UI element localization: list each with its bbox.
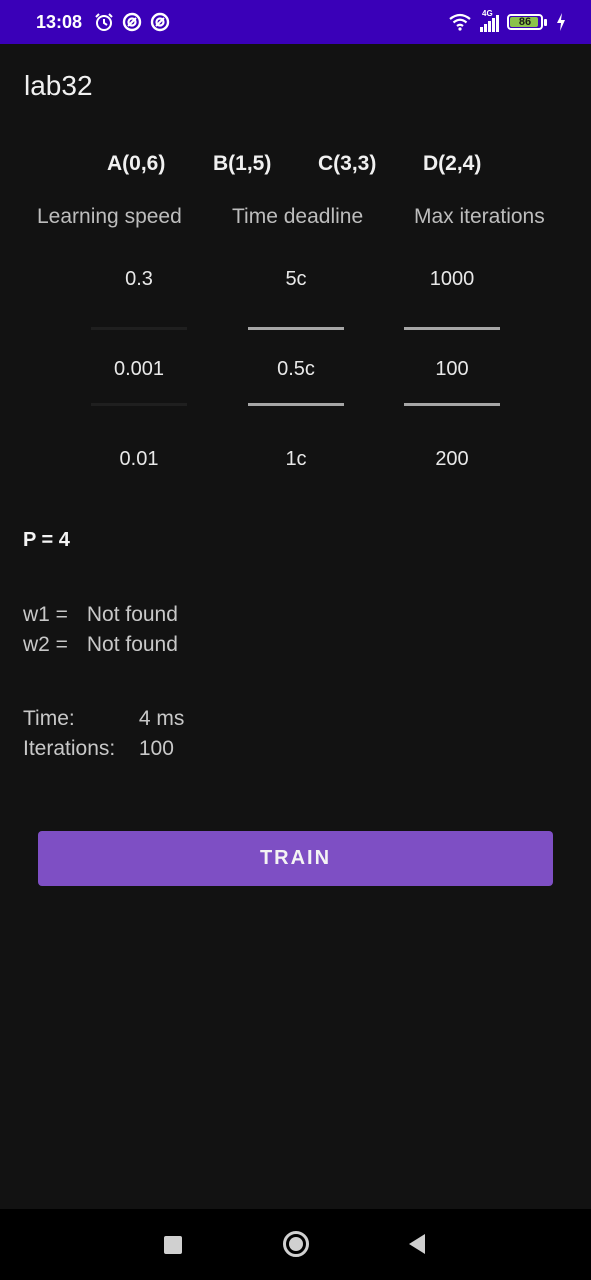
signal-icon: 4G bbox=[480, 9, 499, 32]
navigation-bar bbox=[0, 1209, 591, 1280]
p-label: P = 4 bbox=[23, 529, 70, 551]
time-row: Time: 4 ms bbox=[23, 707, 184, 731]
wifi-icon bbox=[449, 13, 471, 31]
picker-option[interactable]: 5c bbox=[236, 268, 356, 291]
w2-value: Not found bbox=[86, 633, 178, 656]
recents-icon[interactable] bbox=[164, 1236, 182, 1254]
picker-divider bbox=[91, 327, 187, 330]
picker-selected-value[interactable]: 0.5c bbox=[236, 358, 356, 381]
status-bar: 13:08 4G 86 bbox=[0, 0, 591, 44]
point-c: C(3,3) bbox=[318, 152, 377, 175]
battery-level: 86 bbox=[518, 16, 532, 28]
iterations-row: Iterations: 100 bbox=[23, 737, 174, 761]
train-button[interactable]: TRAIN bbox=[38, 831, 553, 886]
picker-divider bbox=[248, 327, 344, 330]
iterations-label: Iterations: bbox=[23, 737, 116, 760]
max-iterations-picker[interactable]: 1000 100 200 bbox=[392, 258, 512, 478]
app-title: lab32 bbox=[24, 70, 93, 101]
iterations-value: 100 bbox=[138, 737, 174, 760]
network-type: 4G bbox=[482, 9, 493, 18]
picker-divider bbox=[91, 403, 187, 406]
status-icons-left bbox=[94, 12, 170, 32]
sync-icon bbox=[150, 12, 170, 32]
max-iterations-header: Max iterations bbox=[414, 205, 545, 228]
w1-value: Not found bbox=[86, 603, 178, 626]
point-b: B(1,5) bbox=[213, 152, 272, 175]
column-headers: Learning speed Time deadline Max iterati… bbox=[0, 205, 591, 233]
w2-label: w2 = bbox=[23, 633, 68, 656]
time-deadline-picker[interactable]: 5c 0.5c 1c bbox=[236, 258, 356, 478]
picker-option[interactable]: 0.01 bbox=[79, 448, 199, 471]
picker-divider bbox=[248, 403, 344, 406]
back-icon[interactable] bbox=[407, 1233, 427, 1255]
picker-divider bbox=[404, 403, 500, 406]
alarm-icon bbox=[95, 13, 113, 31]
picker-selected-value[interactable]: 100 bbox=[392, 358, 512, 381]
battery-icon: 86 bbox=[507, 14, 543, 30]
sync-icon bbox=[122, 12, 142, 32]
charging-icon bbox=[557, 13, 565, 31]
learning-speed-picker[interactable]: 0.3 0.001 0.01 bbox=[79, 258, 199, 478]
picker-divider bbox=[404, 327, 500, 330]
picker-option[interactable]: 1000 bbox=[392, 268, 512, 291]
picker-option[interactable]: 200 bbox=[392, 448, 512, 471]
picker-selected-value[interactable]: 0.001 bbox=[79, 358, 199, 381]
learning-speed-header: Learning speed bbox=[37, 205, 182, 228]
picker-option[interactable]: 1c bbox=[236, 448, 356, 471]
points-row: A(0,6) B(1,5) C(3,3) D(2,4) bbox=[0, 152, 591, 182]
home-icon[interactable] bbox=[283, 1231, 309, 1257]
status-icons-right: 4G 86 bbox=[448, 9, 567, 32]
w1-label: w1 = bbox=[23, 603, 68, 626]
point-d: D(2,4) bbox=[423, 152, 482, 175]
status-time: 13:08 bbox=[36, 11, 83, 32]
time-value: 4 ms bbox=[138, 707, 185, 730]
w1-row: w1 = Not found bbox=[23, 603, 178, 627]
time-deadline-header: Time deadline bbox=[232, 205, 364, 228]
w2-row: w2 = Not found bbox=[23, 633, 178, 657]
time-label: Time: bbox=[23, 707, 75, 730]
picker-option[interactable]: 0.3 bbox=[79, 268, 199, 291]
point-a: A(0,6) bbox=[107, 152, 166, 175]
